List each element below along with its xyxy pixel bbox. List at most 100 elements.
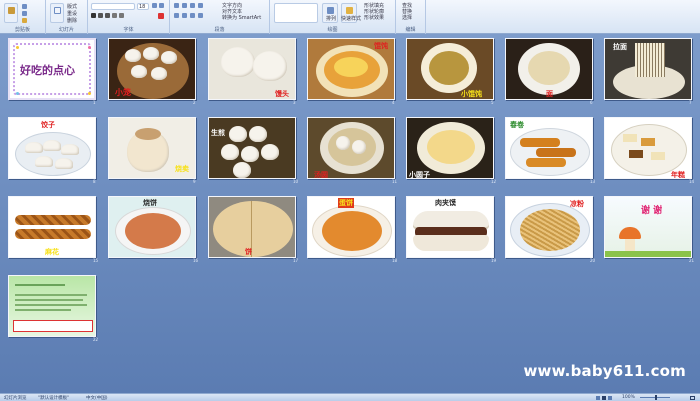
text-line xyxy=(15,309,71,311)
slide-thumbnail-22[interactable] xyxy=(8,275,96,337)
view-slideshow-icon[interactable] xyxy=(608,396,612,400)
slide-thumbnail-17[interactable]: 饼 xyxy=(208,196,296,258)
delete-button[interactable]: 删除 xyxy=(67,17,77,24)
bun-bottom xyxy=(413,235,489,251)
ribbon-group-slides: 版式 重设 删除 幻灯片 xyxy=(46,0,88,34)
ribbon-group-font: 18 字体 xyxy=(88,0,170,34)
font-color-icon[interactable] xyxy=(158,13,164,19)
slide-thumbnail-13[interactable]: 春卷 xyxy=(505,117,593,179)
mushroom-house xyxy=(619,227,641,239)
bold-icon[interactable] xyxy=(91,13,96,18)
underline-icon[interactable] xyxy=(105,13,110,18)
justify-icon[interactable] xyxy=(198,13,203,18)
dumpling xyxy=(131,65,147,78)
slide-thumbnail-5[interactable]: 小馄饨 xyxy=(406,38,494,100)
layout-button[interactable]: 版式 xyxy=(67,3,77,10)
flower-decoration xyxy=(88,46,91,49)
slide-thumbnail-12[interactable]: 小圆子 xyxy=(406,117,494,179)
paste-button[interactable] xyxy=(4,3,18,23)
noodles xyxy=(528,51,570,85)
slide-thumbnail-9[interactable]: 烧卖 xyxy=(108,117,196,179)
dumpling xyxy=(151,67,167,80)
noodle-strands xyxy=(635,43,665,77)
slide-caption: 肉夹馍 xyxy=(435,199,456,207)
slide-thumbnail-11[interactable]: 汤圆 xyxy=(307,117,395,179)
slide-thumbnail-16[interactable]: 烧饼 xyxy=(108,196,196,258)
ribbon-group-drawing: 排列 快速样式 形状填充 形状轮廓 形状效果 绘图 xyxy=(270,0,396,34)
slide-caption: 凉粉 xyxy=(570,200,584,208)
align-left-icon[interactable] xyxy=(174,13,179,18)
slide-thumbnail-14[interactable]: 年糕 xyxy=(604,117,692,179)
zoom-slider-knob[interactable] xyxy=(655,395,657,400)
dumpling xyxy=(55,158,73,169)
slide-thumbnail-19[interactable]: 肉夹馍 xyxy=(406,196,494,258)
slide-thumbnail-20[interactable]: 凉粉 xyxy=(505,196,593,258)
pan-fried-bun xyxy=(261,144,279,160)
increase-indent-icon[interactable] xyxy=(198,3,203,8)
dumpling xyxy=(43,140,61,151)
slide-thumbnail-10[interactable]: 生煎 xyxy=(208,117,296,179)
slide-number: 16 xyxy=(193,258,199,263)
shrink-font-icon[interactable] xyxy=(159,3,164,8)
decrease-indent-icon[interactable] xyxy=(190,3,195,8)
slide-caption: 烧卖 xyxy=(175,165,189,173)
slide-thumbnail-2[interactable]: 小笼 xyxy=(108,38,196,100)
shapes-gallery[interactable] xyxy=(274,3,318,23)
smartart-button[interactable]: 转换为 SmartArt xyxy=(222,14,261,21)
slide-sorter[interactable]: 好吃的点心 1 小笼 2 馒头 3 馄饨 4 小馄饨 5 面 6 拉面 7 饺子… xyxy=(0,34,700,393)
text-line xyxy=(15,299,83,301)
cut-icon[interactable] xyxy=(22,4,27,9)
italic-icon[interactable] xyxy=(98,13,103,18)
bullets-icon[interactable] xyxy=(174,3,179,8)
slide-number: 6 xyxy=(590,100,593,105)
ribbon: 剪贴板 版式 重设 删除 幻灯片 18 字体 文字方向 对齐文本 转换为 Sma… xyxy=(0,0,700,34)
slide-thumbnail-7[interactable]: 拉面 xyxy=(604,38,692,100)
twisted-dough xyxy=(15,229,91,239)
align-right-icon[interactable] xyxy=(190,13,195,18)
slide-thumbnail-6[interactable]: 面 xyxy=(505,38,593,100)
numbering-icon[interactable] xyxy=(182,3,187,8)
strikethrough-icon[interactable] xyxy=(112,13,117,18)
glutinous-ball xyxy=(336,136,350,150)
slide-number: 17 xyxy=(293,258,299,263)
select-button[interactable]: 选择 xyxy=(402,14,412,21)
dumpling xyxy=(143,47,159,60)
soup xyxy=(427,130,475,164)
ribbon-group-label: 剪贴板 xyxy=(14,27,30,33)
cold-noodles xyxy=(520,209,580,251)
slide-thumbnail-8[interactable]: 饺子 xyxy=(8,117,96,179)
shape-effect-button[interactable]: 形状效果 xyxy=(364,14,384,21)
view-sorter-icon[interactable] xyxy=(602,396,606,400)
new-slide-button[interactable] xyxy=(50,3,64,23)
slide-thumbnail-18[interactable]: 蛋饼 xyxy=(307,196,395,258)
slide-thumbnail-21[interactable]: 谢 谢 xyxy=(604,196,692,258)
view-normal-icon[interactable] xyxy=(596,396,600,400)
font-name-select[interactable] xyxy=(91,3,135,10)
font-size-select[interactable]: 18 xyxy=(137,3,149,10)
grow-font-icon[interactable] xyxy=(152,3,157,8)
slide-number: 8 xyxy=(93,179,96,184)
egg-strips xyxy=(334,57,368,77)
steamed-bun xyxy=(253,51,287,81)
highlight-box xyxy=(13,320,93,332)
slide-thumbnail-4[interactable]: 馄饨 xyxy=(307,38,395,100)
ribbon-group-label: 幻灯片 xyxy=(58,27,74,33)
spring-roll xyxy=(536,148,576,157)
rice-cake xyxy=(651,152,665,160)
copy-icon[interactable] xyxy=(22,11,27,16)
text-line xyxy=(15,294,87,296)
spring-roll xyxy=(526,158,566,167)
slide-caption: 麻花 xyxy=(45,248,59,256)
flower-decoration xyxy=(16,92,19,95)
zoom-level[interactable]: 100% xyxy=(622,395,635,400)
fit-window-icon[interactable] xyxy=(690,396,695,400)
shadow-icon[interactable] xyxy=(119,13,124,18)
slide-thumbnail-3[interactable]: 馒头 xyxy=(208,38,296,100)
format-painter-icon[interactable] xyxy=(22,18,27,23)
slide-caption: 馄饨 xyxy=(374,42,388,50)
reset-button[interactable]: 重设 xyxy=(67,10,77,17)
slide-thumbnail-15[interactable]: 麻花 xyxy=(8,196,96,258)
align-center-icon[interactable] xyxy=(182,13,187,18)
slide-caption: 面 xyxy=(546,90,553,98)
slide-thumbnail-1[interactable]: 好吃的点心 xyxy=(8,38,96,100)
